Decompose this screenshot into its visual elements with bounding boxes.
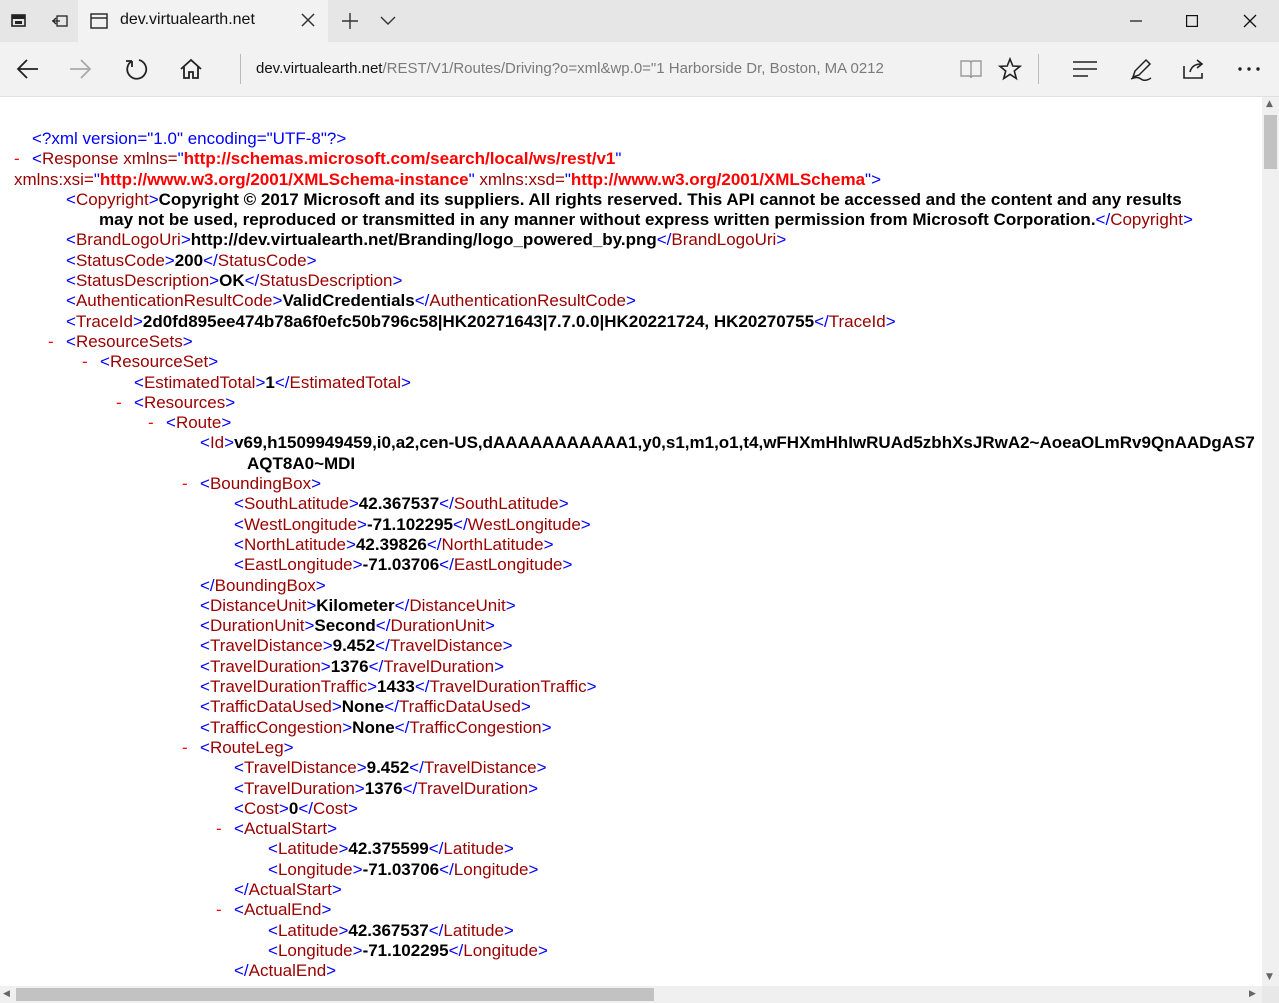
xml-line-southlatitude: <SouthLatitude>42.367537</SouthLatitude> <box>234 494 569 514</box>
collapse-toggle[interactable]: - <box>216 819 234 839</box>
xml-line-leg-travelduration: <TravelDuration>1376</TravelDuration> <box>234 778 539 798</box>
toolbar-divider <box>1038 54 1039 84</box>
refresh-icon[interactable] <box>118 42 156 96</box>
xml-tree: <?xml version="1.0" encoding="UTF-8"?> -… <box>14 129 1262 981</box>
xml-viewer[interactable]: <?xml version="1.0" encoding="UTF-8"?> -… <box>0 97 1262 986</box>
xml-line-copyright: <Copyright>Copyright © 2017 Microsoft an… <box>66 189 1193 230</box>
xml-line-trafficdataused: <TrafficDataUsed>None</TrafficDataUsed> <box>200 697 531 717</box>
xml-line-boundingbox-close: </BoundingBox> <box>200 575 326 595</box>
pen-icon[interactable] <box>1122 42 1160 96</box>
vertical-scrollbar[interactable] <box>1262 97 1279 986</box>
more-icon[interactable] <box>1230 42 1268 96</box>
star-icon[interactable] <box>994 42 1026 96</box>
xml-line-actualend-close: </ActualEnd> <box>234 961 337 981</box>
xml-line-actualstart: - <ActualStart> <box>216 819 338 839</box>
xml-line-traceid: <TraceId>2d0fd895ee474b78a6f0efc50b796c5… <box>66 311 896 331</box>
xml-line-routeleg: - <RouteLeg> <box>182 737 294 758</box>
address-divider <box>240 54 241 84</box>
xml-line-traveldistance: <TravelDistance>9.452</TravelDistance> <box>200 636 513 656</box>
xml-line-boundingbox: - <BoundingBox> <box>182 474 322 494</box>
collapse-toggle[interactable]: - <box>182 474 200 494</box>
collapse-toggle[interactable]: - <box>216 900 234 920</box>
back-arrow-icon[interactable] <box>8 42 46 96</box>
share-icon[interactable] <box>1176 42 1214 96</box>
horizontal-scroll-thumb[interactable] <box>16 988 654 1001</box>
xml-line-end-longitude: <Longitude>-71.102295</Longitude> <box>268 940 548 960</box>
scroll-down-icon[interactable]: ▼ <box>1266 972 1273 982</box>
xml-line-leg-traveldistance: <TravelDistance>9.452</TravelDistance> <box>234 758 547 778</box>
collapse-toggle[interactable]: - <box>14 149 32 169</box>
xml-line-resources: - <Resources> <box>116 392 236 413</box>
minimize-icon[interactable] <box>1116 0 1156 42</box>
xml-line-leg-cost: <Cost>0</Cost> <box>234 798 358 818</box>
xml-line-route: - <Route> <box>148 413 232 433</box>
xml-declaration: <?xml version="1.0" encoding="UTF-8"?> <box>32 129 347 148</box>
collapse-toggle[interactable]: - <box>48 332 66 352</box>
xml-line-statuscode: <StatusCode>200</StatusCode> <box>66 250 317 270</box>
xml-line-durationunit: <DurationUnit>Second</DurationUnit> <box>200 616 495 636</box>
tab-title: dev.virtualearth.net <box>120 11 255 28</box>
xml-line-start-latitude: <Latitude>42.375599</Latitude> <box>268 839 514 859</box>
xml-line-end-latitude: <Latitude>42.367537</Latitude> <box>268 920 514 940</box>
xml-line-response-attrs: xmlns:xsi="http://www.w3.org/2001/XMLSch… <box>14 169 881 189</box>
reading-view-icon[interactable] <box>956 42 986 96</box>
close-tab-icon[interactable] <box>300 12 316 32</box>
xml-line-resourceset: - <ResourceSet> <box>82 352 219 372</box>
active-tab[interactable]: dev.virtualearth.net <box>78 0 328 42</box>
xml-line-resourcesets: - <ResourceSets> <box>48 331 193 352</box>
xml-line-actualend: - <ActualEnd> <box>216 900 332 920</box>
vertical-scroll-thumb[interactable] <box>1264 115 1277 169</box>
hub-icon[interactable] <box>1066 42 1104 96</box>
chevron-down-icon[interactable] <box>376 0 400 42</box>
collapse-toggle[interactable]: - <box>148 413 166 433</box>
xml-line-brandlogouri: <BrandLogoUri>http://dev.virtualearth.ne… <box>66 230 787 250</box>
forward-arrow-icon[interactable] <box>62 42 100 96</box>
page-icon <box>90 12 108 34</box>
new-tab-icon[interactable] <box>336 0 364 42</box>
title-bar: dev.virtualearth.net <box>0 0 1279 42</box>
collapse-toggle[interactable]: - <box>116 393 134 413</box>
scrollbar-corner <box>1262 986 1279 1003</box>
address-bar[interactable]: dev.virtualearth.net/REST/V1/Routes/Driv… <box>256 60 946 77</box>
xml-line-authresult: <AuthenticationResultCode>ValidCredentia… <box>66 291 636 311</box>
xml-line-response: - <Response xmlns="http://schemas.microso… <box>14 149 622 169</box>
scroll-right-icon[interactable]: ▶ <box>1249 989 1256 999</box>
xml-line-actualstart-close: </ActualStart> <box>234 879 342 899</box>
xml-line-statusdescription: <StatusDescription>OK</StatusDescription… <box>66 271 403 291</box>
xml-line-northlatitude: <NorthLatitude>42.39826</NorthLatitude> <box>234 534 554 554</box>
collapse-toggle[interactable]: - <box>82 352 100 372</box>
home-icon[interactable] <box>172 42 210 96</box>
tab-preview-icon[interactable] <box>42 0 78 42</box>
xml-line-estimatedtotal: <EstimatedTotal>1</EstimatedTotal> <box>134 372 411 392</box>
xml-line-trafficcongestion: <TrafficCongestion>None</TrafficCongesti… <box>200 717 552 737</box>
address-path: /REST/V1/Routes/Driving?o=xml&wp.0="1 Ha… <box>382 60 884 77</box>
tab-set-aside-icon[interactable] <box>0 0 38 42</box>
scroll-up-icon[interactable]: ▲ <box>1266 99 1273 109</box>
navigation-bar: dev.virtualearth.net/REST/V1/Routes/Driv… <box>0 42 1279 97</box>
address-host: dev.virtualearth.net <box>256 60 383 77</box>
xml-line-start-longitude: <Longitude>-71.03706</Longitude> <box>268 859 539 879</box>
xml-line-eastlongitude: <EastLongitude>-71.03706</EastLongitude> <box>234 555 573 575</box>
scroll-left-icon[interactable]: ◀ <box>3 989 10 999</box>
collapse-toggle[interactable]: - <box>182 738 200 758</box>
xml-line-id: <Id>v69,h1509949459,i0,a2,cen-US,dAAAAAA… <box>200 433 1255 473</box>
xml-line-traveldurationtraffic: <TravelDurationTraffic>1433</TravelDurat… <box>200 677 597 697</box>
maximize-icon[interactable] <box>1172 0 1212 42</box>
xml-line-westlongitude: <WestLongitude>-71.102295</WestLongitude… <box>234 514 591 534</box>
close-window-icon[interactable] <box>1230 0 1270 42</box>
xml-line-distanceunit: <DistanceUnit>Kilometer</DistanceUnit> <box>200 595 516 615</box>
xml-line-travelduration: <TravelDuration>1376</TravelDuration> <box>200 656 505 676</box>
